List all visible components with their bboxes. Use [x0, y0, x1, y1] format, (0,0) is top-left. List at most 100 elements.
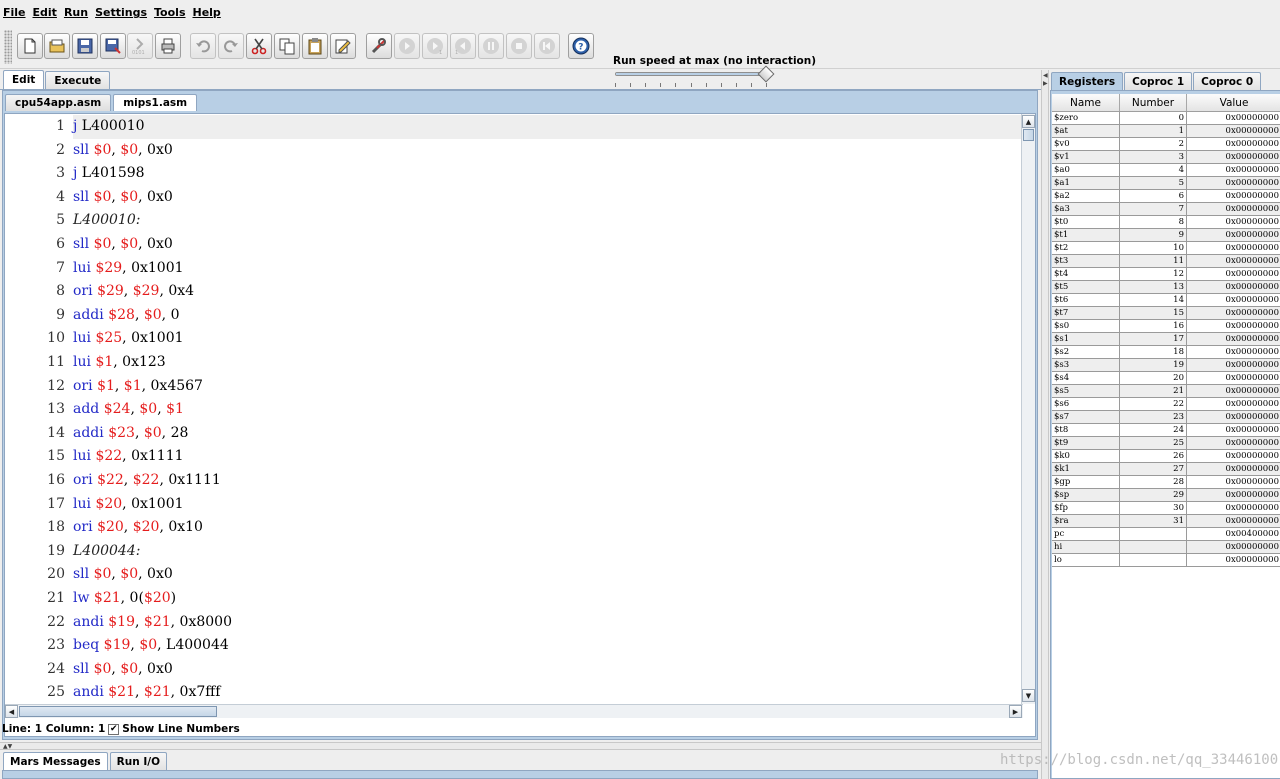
column-header-number[interactable]: Number	[1120, 94, 1187, 111]
tab-run-io[interactable]: Run I/O	[109, 752, 168, 770]
register-value[interactable]: 0x00000000	[1187, 320, 1280, 332]
code-line[interactable]: lui $22, 0x1111	[73, 445, 1023, 469]
code-line[interactable]: addi $28, $0, 0	[73, 304, 1023, 328]
horizontal-scrollbar[interactable]: ◀ ▶	[5, 704, 1023, 718]
register-row[interactable]: $k1 27 0x00000000	[1052, 463, 1280, 476]
register-value[interactable]: 0x00000000	[1187, 255, 1280, 267]
register-row[interactable]: $t7 15 0x00000000	[1052, 307, 1280, 320]
menu-help[interactable]: Help	[193, 6, 221, 19]
reset-button[interactable]	[534, 33, 560, 59]
register-row[interactable]: $t4 12 0x00000000	[1052, 268, 1280, 281]
register-value[interactable]: 0x00000000	[1187, 294, 1280, 306]
tab-registers[interactable]: Registers	[1051, 72, 1124, 90]
register-value[interactable]: 0x00000000	[1187, 437, 1280, 449]
code-line[interactable]: sll $0, $0, 0x0	[73, 658, 1023, 682]
register-row[interactable]: hi 0x00000000	[1052, 541, 1280, 554]
register-row[interactable]: $fp 30 0x00000000	[1052, 502, 1280, 515]
tab-coproc-0[interactable]: Coproc 0	[1193, 72, 1262, 90]
new-file-button[interactable]	[17, 33, 43, 59]
register-row[interactable]: $s7 23 0x00000000	[1052, 411, 1280, 424]
code-line[interactable]: ori $1, $1, 0x4567	[73, 375, 1023, 399]
show-line-numbers-checkbox[interactable]: ✔	[108, 723, 120, 735]
code-line[interactable]: ori $29, $29, 0x4	[73, 280, 1023, 304]
register-value[interactable]: 0x00000000	[1187, 476, 1280, 488]
code-line[interactable]: L400044:	[73, 540, 1023, 564]
column-header-name[interactable]: Name	[1052, 94, 1120, 111]
register-value[interactable]: 0x00000000	[1187, 359, 1280, 371]
code-line[interactable]: lui $1, 0x123	[73, 351, 1023, 375]
code-line[interactable]: ori $20, $20, 0x10	[73, 516, 1023, 540]
register-value[interactable]: 0x00000000	[1187, 554, 1280, 566]
register-row[interactable]: $s3 19 0x00000000	[1052, 359, 1280, 372]
scroll-down-arrow-icon[interactable]: ▼	[1022, 689, 1035, 702]
menu-edit[interactable]: Edit	[33, 6, 57, 19]
undo-button[interactable]	[190, 33, 216, 59]
register-row[interactable]: $t2 10 0x00000000	[1052, 242, 1280, 255]
menu-tools[interactable]: Tools	[154, 6, 185, 19]
register-value[interactable]: 0x00000000	[1187, 216, 1280, 228]
tab-coproc-1[interactable]: Coproc 1	[1124, 72, 1193, 90]
file-tab-mips1[interactable]: mips1.asm	[113, 94, 198, 111]
register-row[interactable]: $v1 3 0x00000000	[1052, 151, 1280, 164]
splitter-left-arrow-icon[interactable]: ◀	[1043, 72, 1048, 79]
register-row[interactable]: lo 0x00000000	[1052, 554, 1280, 567]
toolbar-grip[interactable]	[4, 30, 12, 64]
register-row[interactable]: $t9 25 0x00000000	[1052, 437, 1280, 450]
register-row[interactable]: $s5 21 0x00000000	[1052, 385, 1280, 398]
column-header-value[interactable]: Value	[1187, 94, 1280, 111]
redo-button[interactable]	[218, 33, 244, 59]
horizontal-scroll-thumb[interactable]	[19, 706, 217, 717]
code-line[interactable]: andi $19, $21, 0x8000	[73, 611, 1023, 635]
code-line[interactable]: andi $21, $21, 0x7fff	[73, 681, 1023, 705]
register-value[interactable]: 0x00000000	[1187, 450, 1280, 462]
register-value[interactable]: 0x00000000	[1187, 541, 1280, 553]
register-row[interactable]: $ra 31 0x00000000	[1052, 515, 1280, 528]
splitter-arrows-icon[interactable]: ▲▼	[3, 743, 12, 750]
register-value[interactable]: 0x00000000	[1187, 268, 1280, 280]
register-value[interactable]: 0x00000000	[1187, 125, 1280, 137]
menu-run[interactable]: Run	[64, 6, 88, 19]
scroll-left-arrow-icon[interactable]: ◀	[5, 705, 18, 718]
register-value[interactable]: 0x00000000	[1187, 164, 1280, 176]
register-row[interactable]: $s6 22 0x00000000	[1052, 398, 1280, 411]
find-replace-button[interactable]	[330, 33, 356, 59]
vertical-scroll-thumb[interactable]	[1023, 129, 1034, 141]
register-value[interactable]: 0x00000000	[1187, 112, 1280, 124]
register-value[interactable]: 0x00000000	[1187, 242, 1280, 254]
register-row[interactable]: $a3 7 0x00000000	[1052, 203, 1280, 216]
register-value[interactable]: 0x00000000	[1187, 463, 1280, 475]
menu-file[interactable]: File	[3, 6, 26, 19]
vertical-scrollbar[interactable]: ▲ ▼	[1021, 114, 1035, 704]
stop-button[interactable]	[506, 33, 532, 59]
register-value[interactable]: 0x00000000	[1187, 138, 1280, 150]
horizontal-splitter[interactable]: ▲▼	[0, 742, 1041, 750]
register-row[interactable]: $s0 16 0x00000000	[1052, 320, 1280, 333]
register-row[interactable]: $v0 2 0x00000000	[1052, 138, 1280, 151]
register-row[interactable]: $a0 4 0x00000000	[1052, 164, 1280, 177]
code-line[interactable]: sll $0, $0, 0x0	[73, 139, 1023, 163]
code-line[interactable]: addi $23, $0, 28	[73, 422, 1023, 446]
code-line[interactable]: sll $0, $0, 0x0	[73, 233, 1023, 257]
register-row[interactable]: $t3 11 0x00000000	[1052, 255, 1280, 268]
vertical-splitter[interactable]: ◀ ▶	[1041, 70, 1049, 779]
register-value[interactable]: 0x00000000	[1187, 333, 1280, 345]
code-line[interactable]: j L400010	[73, 115, 1023, 139]
register-value[interactable]: 0x00000000	[1187, 424, 1280, 436]
register-value[interactable]: 0x00000000	[1187, 398, 1280, 410]
code-line[interactable]: L400010:	[73, 209, 1023, 233]
code-editor[interactable]: 1 2 3 4 5 6 7 8 9 10 11 12 13 14 15 16 17 18 19 20 21 22 23 24 2…	[4, 113, 1036, 737]
register-row[interactable]: $a1 5 0x00000000	[1052, 177, 1280, 190]
register-value[interactable]: 0x00000000	[1187, 151, 1280, 163]
register-value[interactable]: 0x00000000	[1187, 190, 1280, 202]
splitter-right-arrow-icon[interactable]: ▶	[1043, 80, 1048, 87]
code-line[interactable]: beq $19, $0, L400044	[73, 634, 1023, 658]
register-value[interactable]: 0x00000000	[1187, 502, 1280, 514]
code-line[interactable]: ori $22, $22, 0x1111	[73, 469, 1023, 493]
register-row[interactable]: $t6 14 0x00000000	[1052, 294, 1280, 307]
save-as-button[interactable]	[100, 33, 126, 59]
register-row[interactable]: $t1 9 0x00000000	[1052, 229, 1280, 242]
tab-execute[interactable]: Execute	[45, 71, 111, 89]
register-row[interactable]: $a2 6 0x00000000	[1052, 190, 1280, 203]
register-value[interactable]: 0x00000000	[1187, 307, 1280, 319]
run-button[interactable]	[394, 33, 420, 59]
